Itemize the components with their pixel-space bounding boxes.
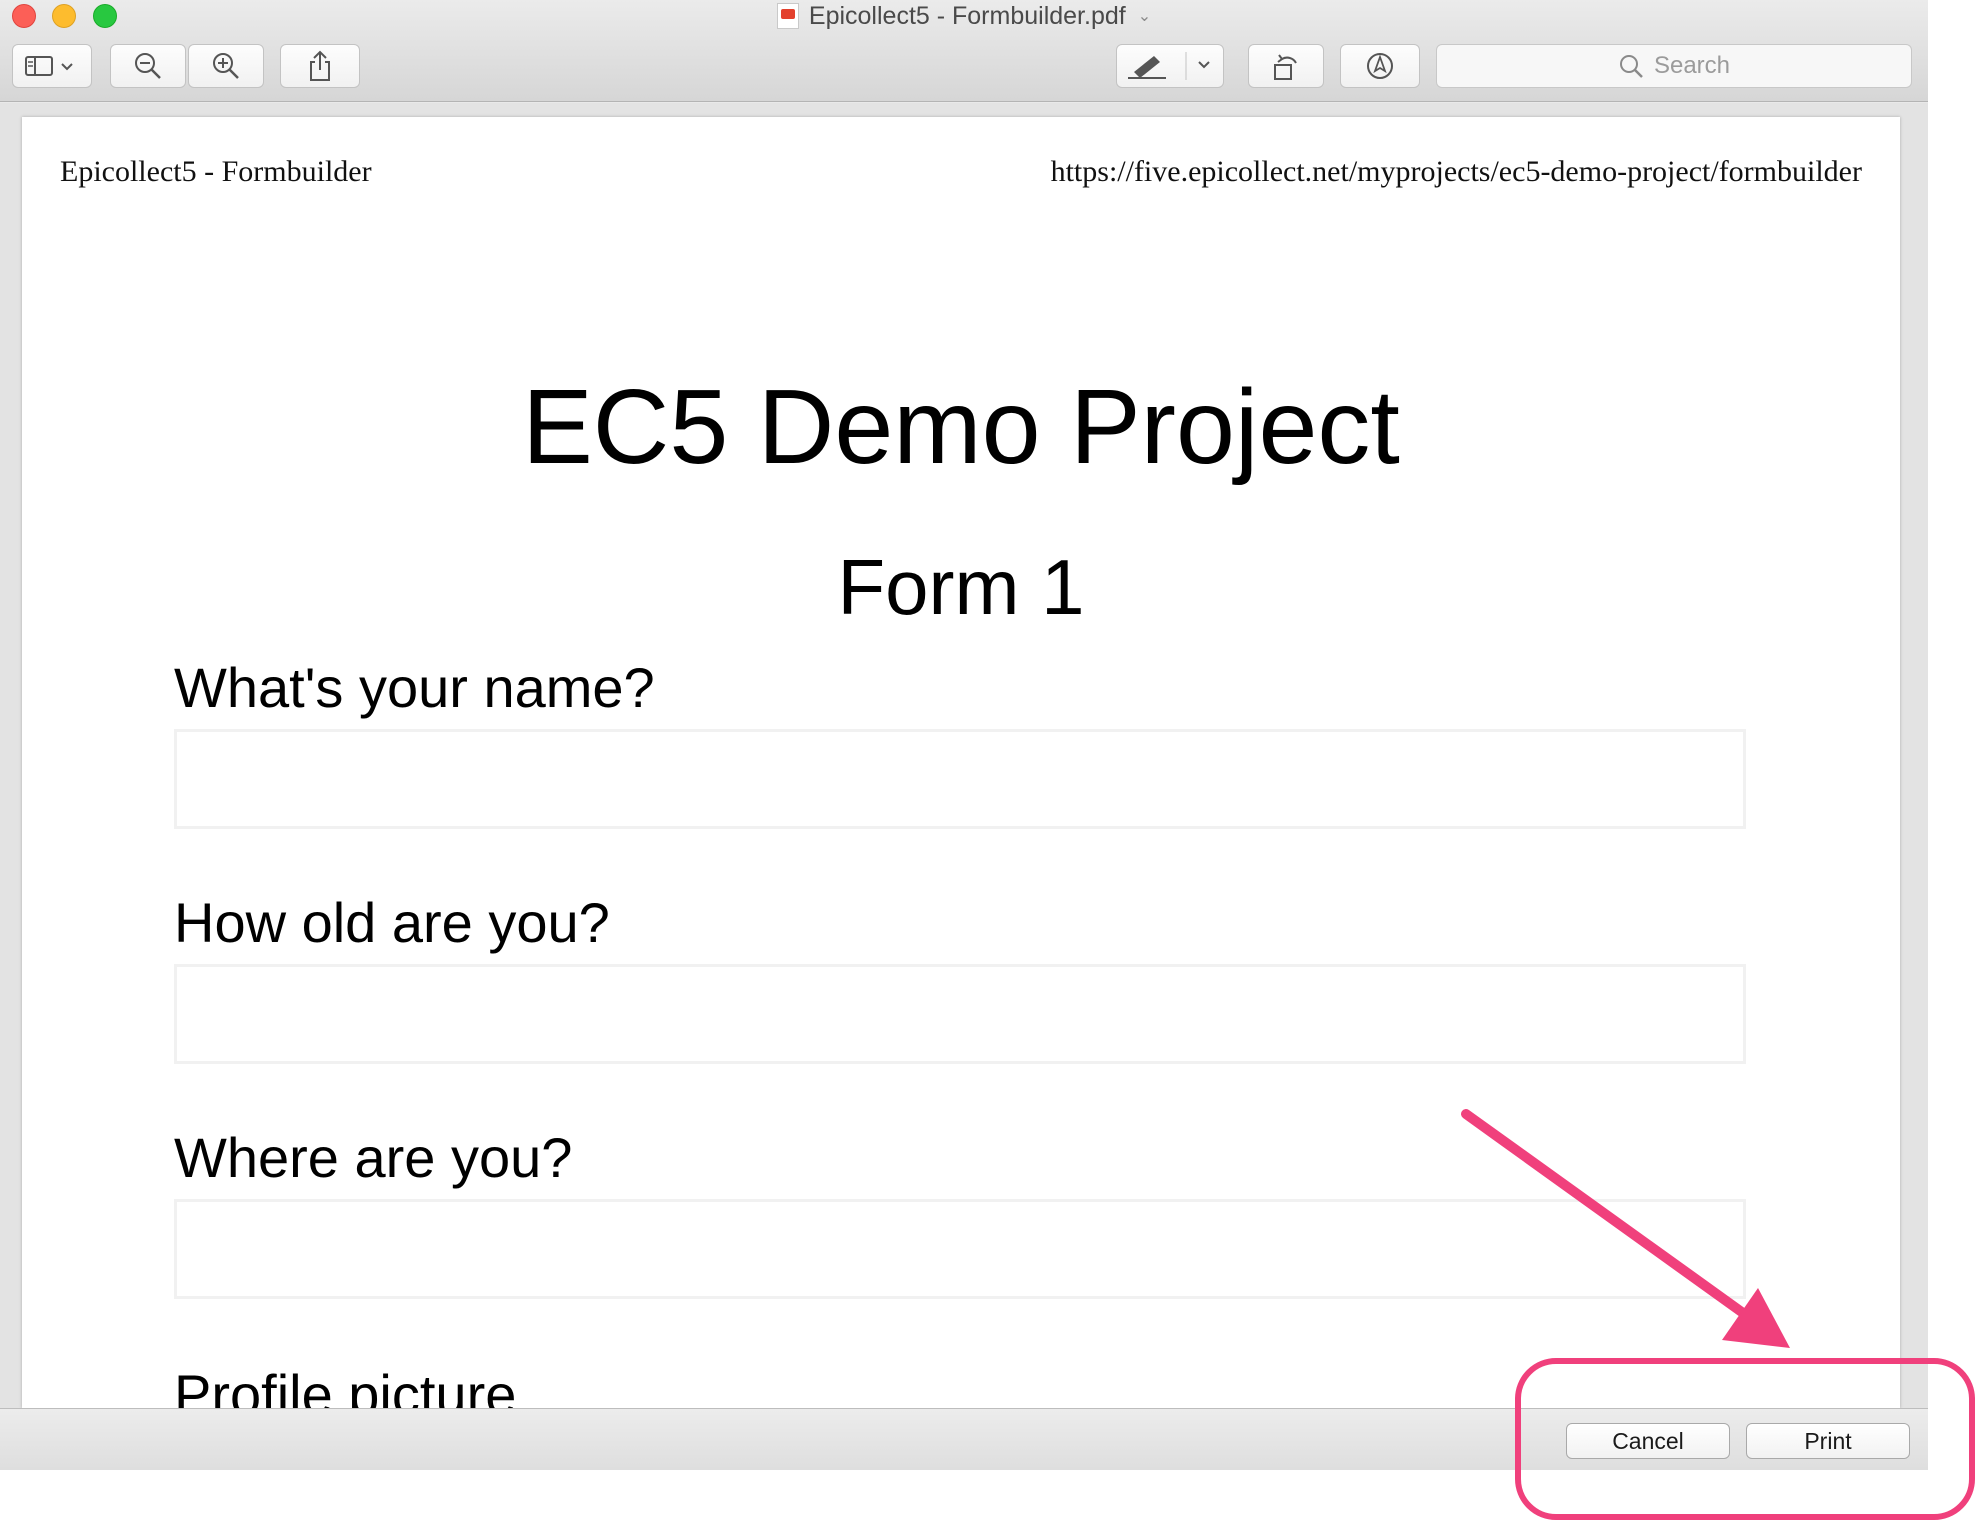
search-icon <box>1619 55 1643 78</box>
markup-icon <box>1367 53 1393 79</box>
markup-button[interactable] <box>1340 44 1420 88</box>
sidebar-view-button[interactable] <box>12 44 92 88</box>
rotate-icon <box>1274 54 1297 80</box>
question-label: What's your name? <box>174 656 655 719</box>
preview-window: Epicollect5 - Formbuilder.pdf ⌄ Search E… <box>0 0 1928 1470</box>
question-label: Where are you? <box>174 1126 573 1189</box>
print-button[interactable]: Print <box>1746 1423 1910 1459</box>
print-bottom-bar: Cancel Print <box>0 1408 1928 1470</box>
question-label: Profile picture <box>174 1363 517 1408</box>
page-header-title: Epicollect5 - Formbuilder <box>60 155 372 188</box>
zoom-out-icon <box>135 53 161 79</box>
zoom-in-button[interactable] <box>188 44 264 88</box>
form-title: Form 1 <box>837 543 1085 631</box>
answer-box <box>174 1199 1746 1299</box>
answer-box <box>174 729 1746 829</box>
project-title: EC5 Demo Project <box>522 368 1400 486</box>
highlighter-icon <box>1128 52 1210 80</box>
sidebar-icon <box>25 56 73 76</box>
zoom-in-icon <box>213 53 239 79</box>
page-header-url: https://five.epicollect.net/myprojects/e… <box>1050 155 1862 188</box>
share-icon <box>310 50 330 81</box>
title-bar: Epicollect5 - Formbuilder.pdf ⌄ Search <box>0 0 1928 102</box>
search-placeholder: Search <box>1653 52 1731 79</box>
chevron-down-icon: ⌄ <box>1137 8 1152 25</box>
answer-box <box>174 964 1746 1064</box>
pdf-file-icon <box>776 3 799 29</box>
pdf-page: Epicollect5 - Formbuilder https://five.e… <box>22 117 1900 1408</box>
highlight-button[interactable] <box>1116 44 1224 88</box>
question-label: How old are you? <box>174 891 610 954</box>
cancel-button[interactable]: Cancel <box>1566 1423 1730 1459</box>
search-field[interactable]: Search <box>1436 44 1912 88</box>
window-title[interactable]: Epicollect5 - Formbuilder.pdf ⌄ <box>0 0 1928 32</box>
rotate-button[interactable] <box>1248 44 1324 88</box>
share-button[interactable] <box>280 44 360 88</box>
window-title-text: Epicollect5 - Formbuilder.pdf <box>808 1 1126 30</box>
zoom-out-button[interactable] <box>110 44 186 88</box>
